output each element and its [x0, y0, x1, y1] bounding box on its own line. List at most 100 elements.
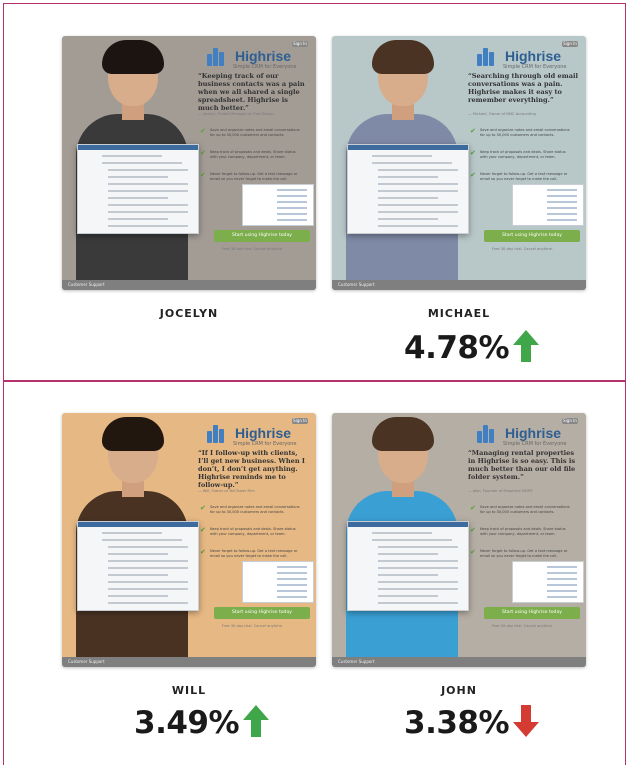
widget-line: [547, 195, 577, 197]
app-screenshot-line: [378, 176, 438, 178]
app-screenshot-line: [108, 546, 188, 548]
app-screenshot-topbar: [78, 522, 198, 527]
app-screenshot-line: [108, 553, 168, 555]
highrise-logo: Highrise: [477, 423, 561, 443]
customer-hair: [372, 40, 434, 74]
checkmark-icon: ✔: [200, 548, 206, 556]
footer-label: Customer Support: [68, 282, 105, 287]
page-footer: Customer Support: [332, 280, 586, 290]
building-icon: [477, 46, 499, 66]
app-screenshot: [77, 144, 199, 234]
brand-tagline: Simple CRM for Everyone: [503, 441, 567, 447]
app-screenshot-line: [378, 169, 458, 171]
app-screenshot-line: [108, 183, 188, 185]
feature-item: Save and organize notes and email conver…: [480, 128, 570, 137]
checkmark-icon: ✔: [200, 127, 206, 135]
page-footer: Customer Support: [62, 657, 316, 667]
variant-name: JOHN: [441, 684, 477, 697]
sign-in-button[interactable]: Sign In: [562, 41, 578, 47]
checkmark-icon: ✔: [200, 526, 206, 534]
feature-item: Keep track of proposals and deals. Share…: [480, 527, 566, 536]
app-sidebar-widget: [242, 561, 314, 603]
app-screenshot-line: [378, 183, 458, 185]
variant-name: WILL: [171, 684, 207, 697]
highrise-logo: Highrise: [477, 46, 561, 66]
app-screenshot-line: [108, 176, 168, 178]
arrow-down-icon: [513, 705, 540, 741]
app-screenshot-line: [108, 602, 188, 604]
start-using-cta-button[interactable]: Start using Highrise today: [214, 230, 310, 242]
app-screenshot-line: [378, 588, 458, 590]
start-using-cta-button[interactable]: Start using Highrise today: [484, 607, 580, 619]
app-screenshot-topbar: [348, 522, 468, 527]
checkmark-icon: ✔: [470, 171, 476, 179]
brand-tagline: Simple CRM for Everyone: [503, 64, 567, 70]
conversion-rate: 3.49%: [134, 705, 270, 741]
widget-line: [547, 596, 577, 598]
brand-name: Highrise: [235, 48, 292, 64]
app-screenshot-line: [108, 574, 168, 576]
app-screenshot-topbar: [78, 145, 198, 150]
app-screenshot-line: [108, 225, 188, 227]
footer-label: Customer Support: [68, 659, 105, 664]
landing-page-variant-3: Sign In Highrise Simple CRM for Everyone “I…: [62, 413, 316, 667]
app-screenshot-line: [108, 204, 188, 206]
conversion-rate-value: 3.49%: [134, 705, 240, 741]
testimonial-attribution: — Michael, Owner of NMC Accounting: [468, 112, 536, 116]
app-screenshot-line: [372, 532, 432, 534]
start-using-cta-button[interactable]: Start using Highrise today: [484, 230, 580, 242]
sign-in-button[interactable]: Sign In: [292, 418, 308, 424]
start-using-cta-button[interactable]: Start using Highrise today: [214, 607, 310, 619]
feature-item: Save and organize notes and email conver…: [210, 128, 300, 137]
checkmark-icon: ✔: [200, 149, 206, 157]
checkmark-icon: ✔: [470, 548, 476, 556]
sign-in-button[interactable]: Sign In: [562, 418, 578, 424]
app-sidebar-widget: [512, 561, 584, 603]
highrise-logo: Highrise: [207, 46, 291, 66]
brand-tagline: Simple CRM for Everyone: [233, 64, 297, 70]
app-screenshot-line: [378, 595, 438, 597]
app-screenshot: [347, 144, 469, 234]
app-screenshot-line: [108, 581, 188, 583]
customer-hair: [372, 417, 434, 451]
widget-line: [547, 572, 577, 574]
app-screenshot: [347, 521, 469, 611]
testimonial-quote: “Searching through old email conversatio…: [468, 72, 578, 104]
variant-name: MICHAEL: [427, 307, 491, 320]
app-screenshot-line: [102, 155, 162, 157]
variant-name: JOCELYN: [159, 307, 219, 320]
arrow-up-icon: [513, 330, 540, 366]
conversion-rate: 4.78%: [404, 330, 540, 366]
cta-note: Free 30-day trial. Cancel anytime.: [222, 624, 283, 628]
customer-hair: [102, 40, 164, 74]
app-screenshot-line: [102, 162, 182, 164]
widget-line: [547, 213, 577, 215]
checkmark-icon: ✔: [470, 149, 476, 157]
highrise-logo: Highrise: [207, 423, 291, 443]
building-icon: [477, 423, 499, 443]
app-screenshot-line: [108, 197, 168, 199]
app-screenshot-line: [378, 225, 458, 227]
feature-item: Never forget to follow-up. Get a text me…: [210, 549, 298, 558]
feature-item: Keep track of proposals and deals. Share…: [210, 150, 296, 159]
widget-line: [277, 219, 307, 221]
checkmark-icon: ✔: [470, 504, 476, 512]
app-screenshot-line: [372, 539, 452, 541]
widget-line: [277, 584, 307, 586]
testimonial-quote: “If I follow-up with clients, I’ll get n…: [198, 449, 305, 489]
app-sidebar-widget: [242, 184, 314, 226]
widget-line: [547, 578, 577, 580]
widget-line: [547, 584, 577, 586]
app-screenshot-line: [378, 218, 438, 220]
widget-line: [547, 207, 577, 209]
app-screenshot-topbar: [348, 145, 468, 150]
page-footer: Customer Support: [332, 657, 586, 667]
app-screenshot-line: [102, 532, 162, 534]
checkmark-icon: ✔: [200, 504, 206, 512]
cta-note: Free 30-day trial. Cancel anytime.: [492, 624, 553, 628]
sign-in-button[interactable]: Sign In: [292, 41, 308, 47]
app-screenshot-line: [378, 553, 438, 555]
checkmark-icon: ✔: [470, 127, 476, 135]
app-screenshot-line: [108, 169, 188, 171]
testimonial-attribution: — John, Founder of Shepherd MGMT: [468, 489, 533, 493]
